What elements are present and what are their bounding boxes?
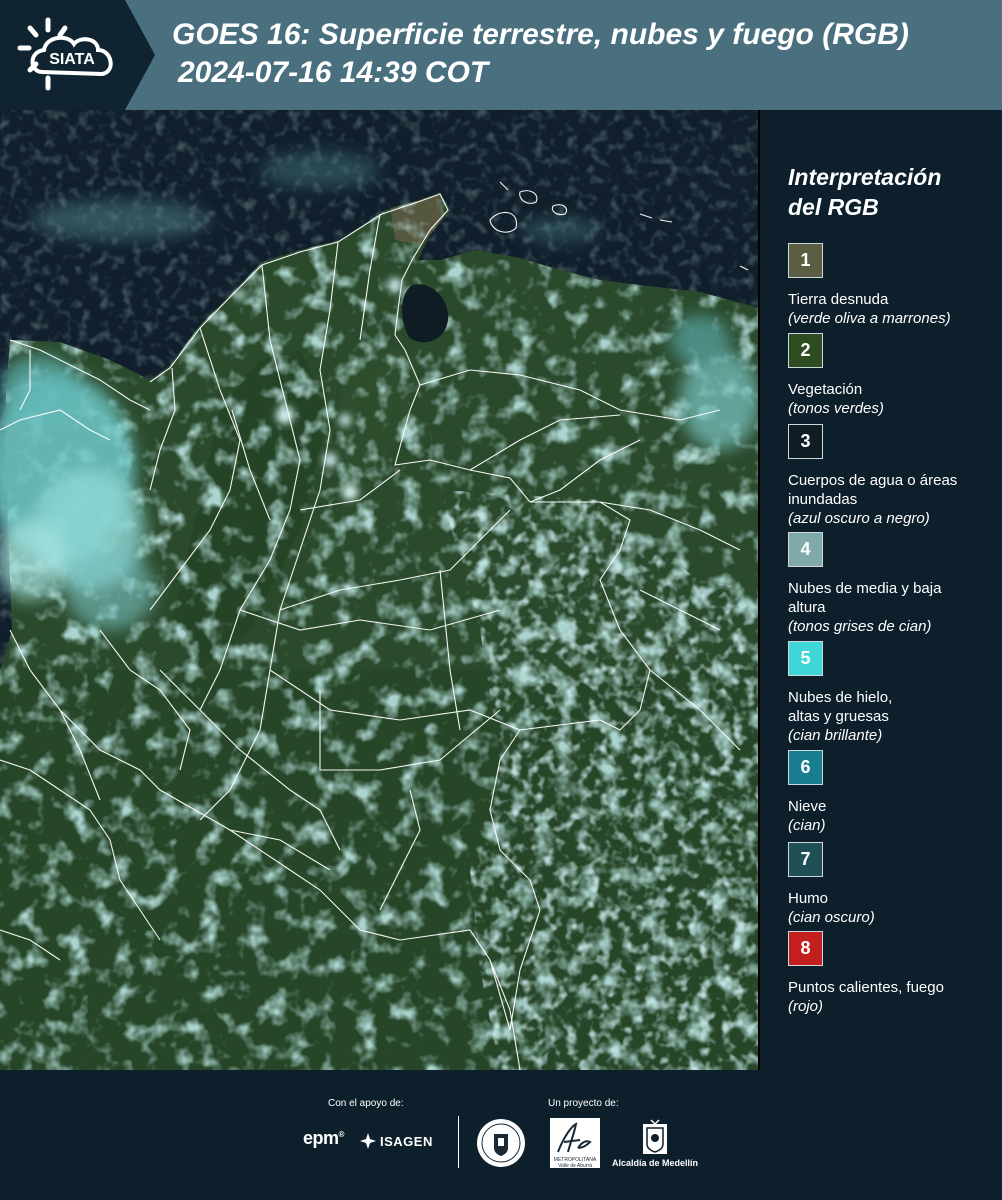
svg-text:SIATA: SIATA: [49, 51, 95, 68]
legend-item-label: Puntos calientes, fuego: [788, 979, 944, 996]
isagen-logo: ISAGEN: [360, 1133, 433, 1149]
university-seal-icon: [477, 1119, 525, 1167]
legend-swatch: 8: [788, 931, 823, 966]
project-label: Un proyecto de:: [548, 1098, 619, 1109]
legend-item-fire: 8 Puntos calientes, fuego (rojo): [788, 931, 998, 1016]
legend-item-label: Tierra desnuda: [788, 291, 889, 308]
legend-item-vegetation: 2 Vegetación (tonos verdes): [788, 333, 998, 418]
legend-swatch: 2: [788, 333, 823, 368]
legend-item-bare-soil: 1 Tierra desnuda (verde oliva a marrones…: [788, 243, 998, 328]
legend-item-snow: 6 Nieve (cian): [788, 750, 998, 835]
legend-swatch: 3: [788, 424, 823, 459]
legend-swatch: 7: [788, 842, 823, 877]
legend-title-line2: del RGB: [788, 194, 879, 220]
support-label: Con el apoyo de:: [328, 1098, 404, 1109]
legend-item-sublabel: (cian brillante): [788, 727, 883, 744]
legend-item-label: Vegetación: [788, 381, 863, 398]
isagen-mark-icon: [360, 1133, 376, 1149]
legend-swatch: 6: [788, 750, 823, 785]
alcaldia-medellin-label: Alcaldía de Medellín: [612, 1158, 699, 1168]
legend-title: Interpretación del RGB: [788, 162, 998, 222]
legend-panel: Interpretación del RGB 1 Tierra desnuda …: [760, 110, 1002, 1070]
satellite-image: [0, 110, 760, 1070]
epm-logo: epm®: [303, 1128, 344, 1148]
legend-item-label: Cuerpos de agua o áreas inundadas: [788, 472, 958, 508]
area-metropolitana-caption: METROPOLITANA Valle de Aburrá: [553, 1157, 597, 1169]
legend-swatch: 4: [788, 532, 823, 567]
siata-logo: SIATA: [0, 0, 155, 110]
legend-item-sublabel: (rojo): [788, 998, 824, 1015]
legend-item-label: Nubes de media y baja altura: [788, 580, 942, 616]
legend-item-label: Humo: [788, 890, 829, 907]
header-bar: SIATA GOES 16: Superficie terrestre, nub…: [0, 0, 1002, 110]
legend-item-sublabel: (cian oscuro): [788, 909, 875, 926]
isagen-logo-text: ISAGEN: [380, 1133, 433, 1149]
legend-item-sublabel: (cian): [788, 817, 826, 834]
legend-item-sublabel: (verde oliva a marrones): [788, 310, 951, 327]
legend-item-label: Nieve: [788, 798, 827, 815]
footer-divider: [458, 1116, 459, 1168]
title-product: GOES 16: Superficie terrestre, nubes y f…: [172, 18, 909, 51]
legend-item-label: Nubes de hielo, altas y gruesas: [788, 689, 893, 725]
legend-item-sublabel: (tonos verdes): [788, 400, 884, 417]
medellin-coat-of-arms-icon: [643, 1119, 667, 1154]
legend-swatch: 5: [788, 641, 823, 676]
legend-item-sublabel: (azul oscuro a negro): [788, 510, 930, 527]
legend-item-low-clouds: 4 Nubes de media y baja altura (tonos gr…: [788, 532, 998, 636]
legend-item-water: 3 Cuerpos de agua o áreas inundadas (azu…: [788, 424, 998, 528]
area-metropolitana-mark-icon: [557, 1122, 592, 1153]
legend-item-sublabel: (tonos grises de cian): [788, 618, 932, 635]
legend-item-smoke: 7 Humo (cian oscuro): [788, 842, 998, 927]
legend-title-line1: Interpretación: [788, 164, 942, 190]
legend-item-ice-clouds: 5 Nubes de hielo, altas y gruesas (cian …: [788, 641, 998, 745]
legend-swatch: 1: [788, 243, 823, 278]
footer-bar: Con el apoyo de: Un proyecto de: epm® IS…: [0, 1070, 1002, 1200]
page-title: GOES 16: Superficie terrestre, nubes y f…: [172, 16, 1002, 92]
title-timestamp: 2024-07-16 14:39 COT: [178, 56, 489, 89]
epm-logo-text: epm: [303, 1128, 339, 1148]
